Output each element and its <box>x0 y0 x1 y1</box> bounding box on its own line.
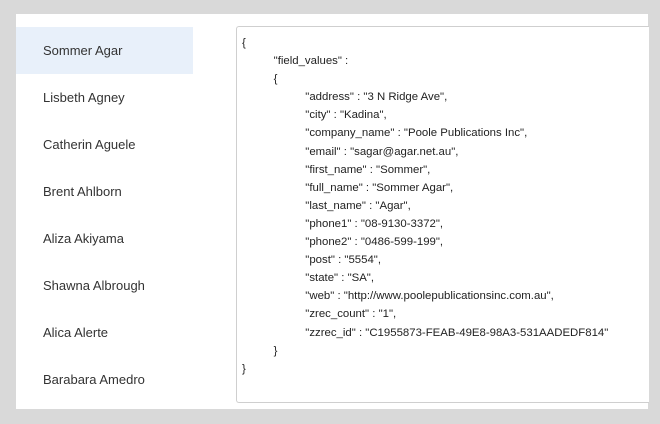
contact-list-item-brent-ahlborn[interactable]: Brent Ahlborn <box>16 168 193 215</box>
json-line: { <box>242 37 246 49</box>
json-line: { <box>242 73 278 86</box>
contact-list-item-barabara-amedro[interactable]: Barabara Amedro <box>16 356 193 403</box>
json-line: } <box>242 362 246 375</box>
contact-list-item-alica-alerte[interactable]: Alica Alerte <box>16 309 193 356</box>
contact-list-item-aliza-akiyama[interactable]: Aliza Akiyama <box>16 215 193 262</box>
json-line: "email" : "sagar@agar.net.au", <box>242 145 459 158</box>
contact-list-item-lisbeth-agney[interactable]: Lisbeth Agney <box>16 74 193 121</box>
contact-list: Sommer Agar Lisbeth Agney Catherin Aguel… <box>16 27 193 403</box>
app-window: Sommer Agar Lisbeth Agney Catherin Aguel… <box>0 0 660 424</box>
record-json-viewer[interactable]: { "field_values" : { "address" : "3 N Ri… <box>236 26 649 403</box>
json-line: } <box>242 344 278 357</box>
json-line: "company_name" : "Poole Publications Inc… <box>242 127 528 140</box>
json-line: "phone1" : "08-9130-3372", <box>242 217 444 230</box>
json-line: "full_name" : "Sommer Agar", <box>242 181 454 194</box>
json-line: "post" : "5554", <box>242 254 381 267</box>
json-line: "city" : "Kadina", <box>242 109 387 122</box>
json-line: "last_name" : "Agar", <box>242 199 411 212</box>
json-line: "state" : "SA", <box>242 272 375 285</box>
contact-list-item-catherin-aguele[interactable]: Catherin Aguele <box>16 121 193 168</box>
json-line: "first_name" : "Sommer", <box>242 163 431 176</box>
json-line: "web" : "http://www.poolepublicationsinc… <box>242 290 554 303</box>
contact-list-item-sommer-agar[interactable]: Sommer Agar <box>16 27 193 74</box>
json-line: "zrec_count" : "1", <box>242 308 397 321</box>
json-line: "phone2" : "0486-599-199", <box>242 236 444 249</box>
content-panel: Sommer Agar Lisbeth Agney Catherin Aguel… <box>16 14 649 409</box>
record-json-text: { "field_values" : { "address" : "3 N Ri… <box>237 27 649 378</box>
json-line: "zzrec_id" : "C1955873-FEAB-49E8-98A3-53… <box>242 326 609 339</box>
json-line: "field_values" : <box>242 55 349 68</box>
contact-list-item-shawna-albrough[interactable]: Shawna Albrough <box>16 262 193 309</box>
json-line: "address" : "3 N Ridge Ave", <box>242 91 448 104</box>
